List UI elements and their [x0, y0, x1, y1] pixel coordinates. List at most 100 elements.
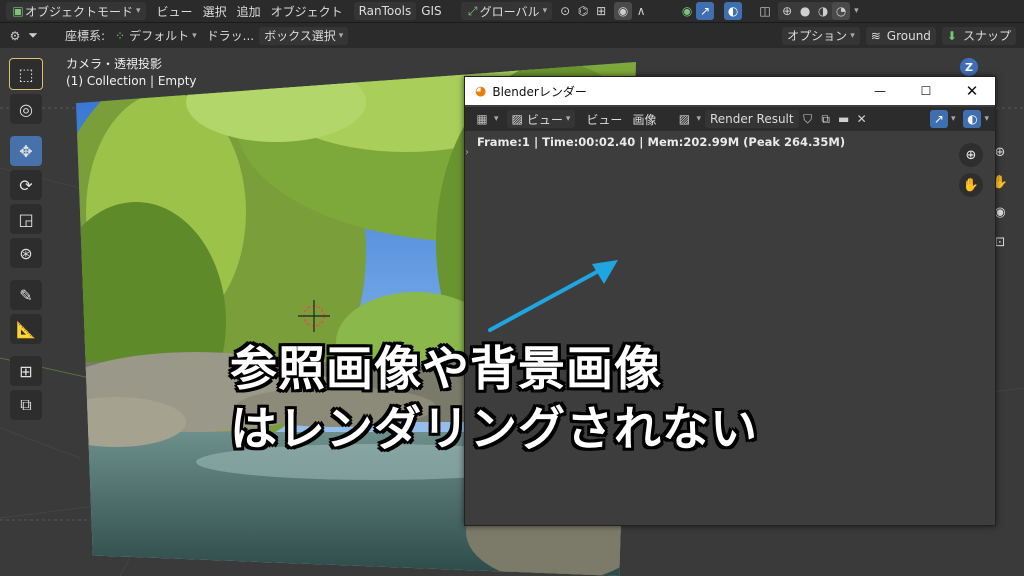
ground-label: Ground [886, 28, 931, 43]
drag-label: ドラッ... [206, 29, 255, 43]
image-editor-header: ▦ ▾ ▨ ビュー ▾ ビュー 画像 ▨ ▾ Render Result ⛉ ⧉… [465, 107, 995, 131]
chevron-down-icon: ▾ [192, 30, 197, 41]
orientation-label: グローバル [479, 4, 540, 19]
coord-dropdown[interactable]: ⁘ デフォルト ▾ [110, 27, 202, 45]
rantools-menu[interactable]: RanTools [353, 2, 417, 20]
menu-add[interactable]: 追加 [232, 2, 266, 20]
options-dropdown[interactable]: オプション ▾ [782, 26, 860, 45]
xray-icon[interactable]: ◫ [756, 2, 774, 20]
caption-overlay: 参照画像や背景画像 はレンダリングされない [230, 340, 758, 460]
axis-z-gizmo[interactable]: Z [960, 58, 978, 76]
minimize-icon[interactable]: — [857, 84, 903, 98]
view-mode-dropdown[interactable]: ▨ ビュー ▾ [506, 110, 576, 128]
rotate-tool[interactable]: ⟳ [10, 170, 42, 200]
annotation-arrow [488, 260, 618, 332]
measure-tool[interactable]: 📐 [10, 314, 42, 344]
select-mode-label: ボックス選択 [264, 29, 336, 43]
overlay-icon[interactable]: ◐ [724, 2, 743, 20]
blender-logo-icon: ◕ [475, 83, 487, 99]
top-header: ▣ オブジェクトモード ▾ ビュー 選択 追加 オブジェクト RanTools … [0, 0, 1024, 23]
mode-selector[interactable]: ▣ オブジェクトモード ▾ [6, 2, 146, 20]
rendered-shading-icon[interactable]: ◔ [832, 2, 851, 20]
select-mode-dropdown[interactable]: ボックス選択 ▾ [259, 26, 349, 45]
orientation-icon: ⤢ [467, 3, 478, 18]
gizmo-toggle-icon[interactable]: ↗ [929, 110, 948, 128]
falloff-icon[interactable]: ∧ [632, 2, 650, 20]
coord-label: 座標系: [65, 29, 106, 43]
wireframe-shading-icon[interactable]: ⊕ [778, 2, 796, 20]
image-icon: ▨ [511, 112, 523, 126]
chevron-down-icon: ▾ [850, 30, 855, 41]
snap-toggle-icon[interactable]: ⌬ [574, 2, 592, 20]
shading-modes: ⊕ ● ◑ ◔ [778, 2, 851, 20]
caption-line-2: はレンダリングされない [230, 402, 758, 457]
left-toolbar: ⬚ ◎ ✥ ⟳ ◲ ⊛ ✎ 📐 ⊞ ⧉ [6, 58, 46, 420]
transform-orientation-dropdown[interactable]: ⤢ グローバル ▾ [460, 2, 553, 20]
chevron-down-icon[interactable]: ▾ [984, 114, 989, 124]
snap-button[interactable]: ⬇ スナップ [941, 26, 1016, 45]
gis-menu[interactable]: GIS [416, 2, 446, 20]
filter-icon[interactable]: ⏷ [24, 27, 42, 45]
editor-type-icon[interactable]: ▦ [473, 110, 491, 128]
axis-z-label: Z [965, 60, 973, 74]
chevron-down-icon[interactable]: ▾ [854, 6, 859, 16]
close-icon[interactable]: ✕ [949, 82, 995, 100]
pan-hand-icon[interactable]: ✋ [959, 173, 983, 197]
chevron-down-icon[interactable]: ▾ [494, 114, 499, 124]
snap-target-icon[interactable]: ⊞ [592, 2, 610, 20]
tool-settings-bar: ⚙ ⏷ 座標系: ⁘ デフォルト ▾ ドラッ... ボックス選択 ▾ オプション… [0, 23, 1024, 48]
image-browse-icon[interactable]: ▨ [675, 110, 693, 128]
material-shading-icon[interactable]: ◑ [814, 2, 832, 20]
viewport-info: カメラ・透視投影 (1) Collection | Empty [66, 56, 197, 90]
snap-label: スナップ [962, 29, 1011, 43]
select-box-tool[interactable]: ⬚ [9, 58, 43, 90]
chevron-down-icon: ▾ [565, 114, 571, 124]
menu-object[interactable]: オブジェクト [266, 2, 348, 20]
gear-icon[interactable]: ⚙ [6, 27, 24, 45]
proportional-edit-icon[interactable]: ◉ [614, 2, 633, 20]
object-mode-icon: ▣ [12, 4, 24, 18]
fake-user-shield-icon[interactable]: ⛉ [799, 110, 817, 128]
chevron-down-icon: ▾ [338, 30, 344, 41]
render-status: Frame:1 | Time:00:02.40 | Mem:202.99M (P… [477, 135, 846, 149]
maximize-icon[interactable]: ☐ [903, 84, 949, 98]
collection-info: (1) Collection | Empty [66, 74, 197, 88]
view-name: カメラ・透視投影 [66, 57, 163, 71]
duplicate-icon[interactable]: ⧉ [817, 110, 835, 128]
render-window-title: Blenderレンダー [492, 84, 587, 99]
empty-object-marker[interactable] [294, 296, 334, 336]
move-tool[interactable]: ✥ [10, 136, 42, 166]
transform-tool[interactable]: ⊛ [10, 238, 42, 268]
zoom-icon[interactable]: ⊕ [959, 143, 983, 167]
overlay-toggle-icon[interactable]: ◐ [963, 110, 982, 128]
mode-label: オブジェクトモード [25, 4, 134, 19]
caption-line-1: 参照画像や背景画像 [230, 342, 662, 397]
chevron-down-icon[interactable]: ▾ [696, 114, 701, 124]
pivot-icon[interactable]: ⊙ [556, 2, 574, 20]
annotate-tool[interactable]: ✎ [10, 280, 42, 310]
unlink-close-icon[interactable]: ✕ [853, 110, 871, 128]
ground-icon: ≋ [870, 28, 881, 43]
cursor-tool[interactable]: ◎ [10, 94, 42, 124]
view-menu[interactable]: ビュー [581, 110, 627, 128]
download-icon: ⬇ [946, 28, 957, 43]
ground-button[interactable]: ≋ Ground [865, 26, 936, 45]
sidebar-expand-icon[interactable]: › [465, 147, 469, 158]
chevron-down-icon[interactable]: ▾ [951, 114, 956, 124]
menu-view[interactable]: ビュー [152, 2, 198, 20]
options-label: オプション [787, 29, 848, 43]
pivot-point-icon: ⁘ [115, 28, 126, 43]
image-menu[interactable]: 画像 [627, 110, 661, 128]
visibility-icon[interactable]: ◉ [678, 2, 696, 20]
render-window-titlebar[interactable]: ◕ Blenderレンダー — ☐ ✕ [465, 77, 995, 105]
extrude-tool[interactable]: ⧉ [10, 390, 42, 420]
scale-tool[interactable]: ◲ [10, 204, 42, 234]
coord-value: デフォルト [129, 29, 190, 43]
add-cube-tool[interactable]: ⊞ [10, 356, 42, 386]
folder-icon[interactable]: ▬ [835, 110, 853, 128]
gizmo-icon[interactable]: ↗ [696, 2, 715, 20]
image-name-field[interactable]: Render Result [704, 110, 799, 128]
chevron-down-icon: ▾ [542, 6, 548, 16]
solid-shading-icon[interactable]: ● [796, 2, 814, 20]
menu-select[interactable]: 選択 [198, 2, 232, 20]
